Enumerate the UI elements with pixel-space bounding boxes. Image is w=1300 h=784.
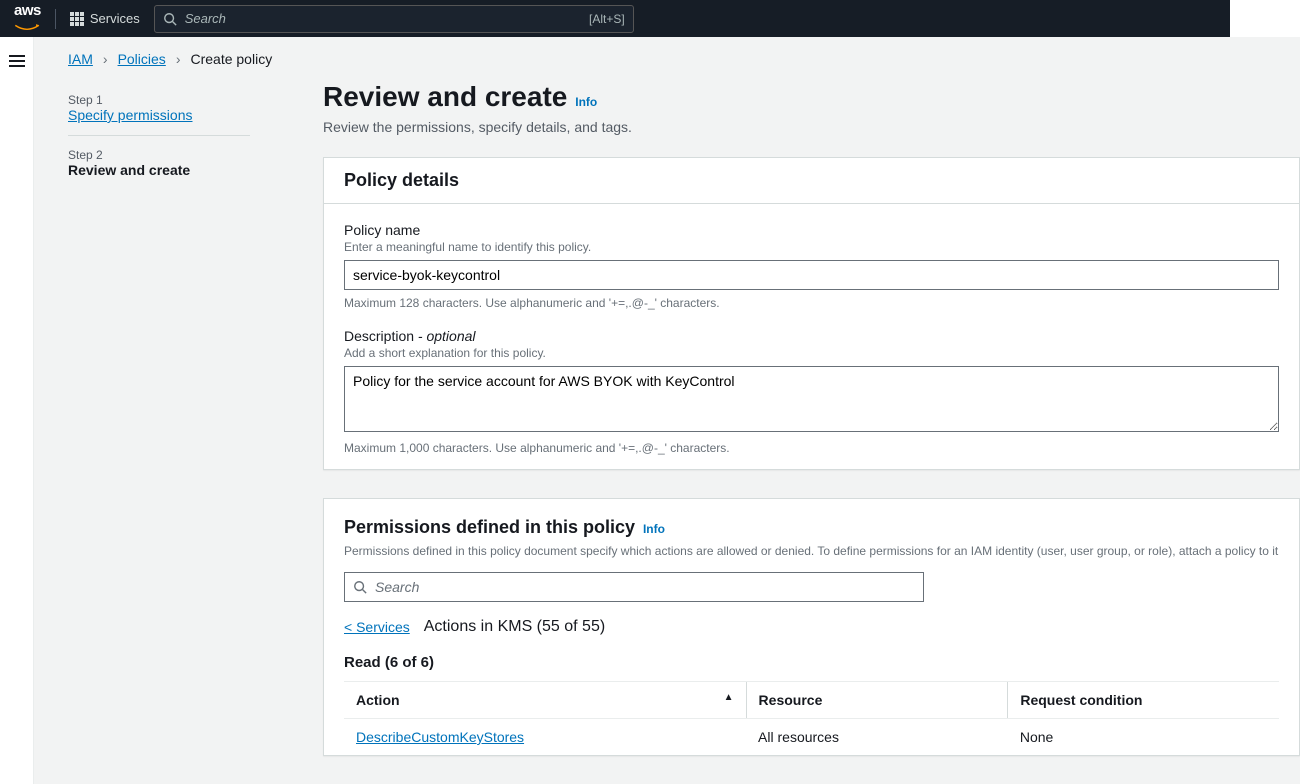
policy-name-constraint: Maximum 128 characters. Use alphanumeric… [344,296,1279,310]
aws-logo[interactable]: aws [14,2,41,36]
chevron-right-icon: › [176,51,181,67]
breadcrumb-policies[interactable]: Policies [118,51,166,67]
policy-desc-constraint: Maximum 1,000 characters. Use alphanumer… [344,441,1279,455]
services-back-link[interactable]: < Services [344,619,410,635]
nav-divider [55,9,56,29]
search-kbd-hint: [Alt+S] [589,12,625,26]
step2-label: Step 2 [68,148,283,162]
aws-logo-text: aws [14,2,41,19]
actions-count: Actions in KMS (55 of 55) [424,618,605,636]
breadcrumb-iam[interactable]: IAM [68,51,93,67]
policy-name-help: Enter a meaningful name to identify this… [344,240,1279,254]
search-icon [353,580,367,594]
chevron-right-icon: › [103,51,108,67]
wizard-steps: Step 1 Specify permissions Step 2 Review… [68,81,283,784]
condition-cell: None [1008,719,1279,756]
policy-details-title: Policy details [344,170,1279,191]
services-label: Services [90,11,140,26]
hamburger-icon[interactable] [9,55,25,784]
table-row: DescribeCustomKeyStores All resources No… [344,719,1279,756]
top-nav: aws Services [Alt+S] [0,0,1230,37]
page-description: Review the permissions, specify details,… [323,119,1300,135]
services-menu-button[interactable]: Services [70,11,140,26]
permissions-search-input[interactable] [375,579,915,595]
policy-desc-help: Add a short explanation for this policy. [344,346,1279,360]
page-title: Review and create [323,81,567,112]
global-search-input[interactable] [185,11,581,26]
services-grid-icon [70,12,84,26]
permissions-title: Permissions defined in this policy [344,517,635,537]
step-divider [68,135,250,136]
col-action[interactable]: Action ▲ [344,682,746,719]
permission-group-read: Read (6 of 6) [344,654,1279,671]
breadcrumb-current: Create policy [190,51,272,67]
page-info-link[interactable]: Info [575,95,597,109]
permissions-search[interactable] [344,572,924,602]
policy-name-label: Policy name [344,222,1279,238]
policy-desc-input[interactable] [344,366,1279,432]
col-resource[interactable]: Resource [746,682,1008,719]
permissions-panel: Permissions defined in this policy Info … [323,498,1300,756]
permissions-table: Action ▲ Resource Request condition Desc… [344,681,1279,755]
search-icon [163,12,177,26]
breadcrumb: IAM › Policies › Create policy [34,37,1300,81]
aws-swoosh-icon [14,24,40,32]
policy-name-input[interactable] [344,260,1279,290]
policy-desc-label: Description - optional [344,328,1279,344]
step2-current: Review and create [68,162,283,178]
permissions-description: Permissions defined in this policy docum… [344,544,1279,558]
col-condition[interactable]: Request condition [1008,682,1279,719]
step1-label: Step 1 [68,93,283,107]
sort-asc-icon: ▲ [724,692,734,703]
resource-cell: All resources [746,719,1008,756]
side-rail [0,37,34,784]
permissions-info-link[interactable]: Info [643,522,665,536]
step1-link[interactable]: Specify permissions [68,107,193,123]
policy-details-panel: Policy details Policy name Enter a meani… [323,157,1300,470]
action-link[interactable]: DescribeCustomKeyStores [356,729,524,745]
global-search[interactable]: [Alt+S] [154,5,634,33]
